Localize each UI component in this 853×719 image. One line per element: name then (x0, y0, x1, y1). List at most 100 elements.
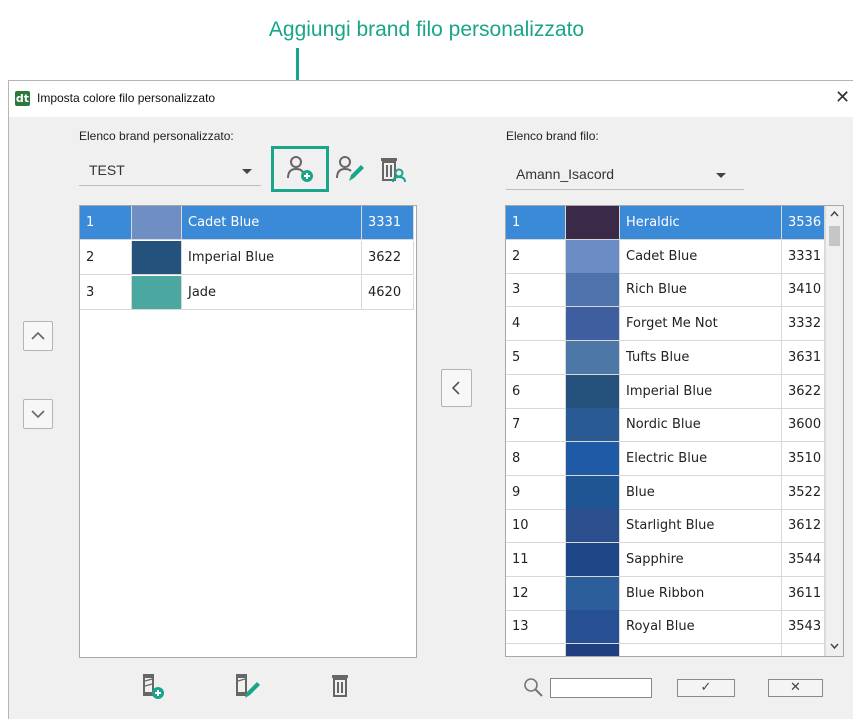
table-row[interactable]: 11 Sapphire 3544 (506, 543, 825, 577)
color-swatch (566, 610, 620, 644)
thread-name (620, 644, 782, 656)
thread-code: 3410 (782, 273, 825, 307)
window-title: Imposta colore filo personalizzato (37, 91, 216, 105)
thread-name: Sapphire (620, 543, 782, 576)
add-thread-button[interactable] (137, 671, 167, 701)
thread-name: Nordic Blue (620, 408, 782, 442)
thread-name: Cadet Blue (620, 239, 782, 273)
delete-brand-button[interactable] (377, 154, 407, 184)
scroll-down-icon[interactable] (828, 640, 841, 652)
thread-name: Blue Ribbon (620, 576, 782, 610)
thread-name: Heraldic (620, 206, 782, 239)
color-swatch (566, 273, 620, 307)
thread-brand-select-value: Amann_Isacord (516, 166, 615, 182)
add-brand-button[interactable] (285, 154, 315, 184)
color-swatch (566, 475, 620, 509)
custom-brand-select-value: TEST (89, 162, 125, 178)
spool-add-icon (143, 674, 164, 699)
row-number: 13 (506, 610, 566, 644)
transfer-left-button[interactable] (441, 369, 472, 407)
table-row[interactable]: 13 Royal Blue 3543 (506, 610, 825, 645)
custom-thread-table: 1 Cadet Blue 3331 2 Imperial Blue 3622 3 Jade 46… (79, 205, 417, 658)
table-row[interactable]: 1 Heraldic 3536 (506, 206, 825, 240)
table-row[interactable]: 7 Nordic Blue 3600 (506, 408, 825, 443)
thread-code: 3622 (782, 374, 825, 408)
thread-code: 3600 (782, 408, 825, 442)
thread-name: Starlight Blue (620, 509, 782, 543)
color-swatch (566, 509, 620, 543)
table-row[interactable]: 5 Tufts Blue 3631 (506, 340, 825, 375)
chevron-down-icon (31, 410, 45, 419)
thread-code: 3611 (782, 576, 825, 610)
table-row[interactable] (506, 644, 825, 656)
row-number: 9 (506, 475, 566, 509)
row-number: 6 (506, 374, 566, 408)
move-up-button[interactable] (23, 321, 53, 351)
color-swatch (566, 206, 620, 239)
row-number: 4 (506, 307, 566, 341)
thread-code: 3543 (782, 610, 825, 644)
thread-name: Tufts Blue (620, 340, 782, 374)
thread-code: 3544 (782, 543, 825, 576)
search-input[interactable] (550, 678, 652, 698)
table-row[interactable]: 8 Electric Blue 3510 (506, 441, 825, 476)
thread-code: 3631 (782, 340, 825, 374)
vertical-scrollbar[interactable] (825, 206, 843, 656)
delete-thread-button[interactable] (325, 671, 355, 701)
trash-user-icon (381, 158, 406, 183)
table-row[interactable]: 12 Blue Ribbon 3611 (506, 576, 825, 611)
row-number: 1 (506, 206, 566, 239)
thread-name: Royal Blue (620, 610, 782, 644)
table-row[interactable]: 4 Forget Me Not 3332 (506, 307, 825, 342)
thread-code: 3612 (782, 509, 825, 543)
edit-brand-button[interactable] (335, 154, 365, 184)
chevron-up-icon (31, 331, 45, 340)
scroll-up-icon[interactable] (828, 208, 841, 220)
table-row[interactable]: 3 Rich Blue 3410 (506, 273, 825, 308)
user-add-icon (287, 156, 313, 182)
table-row[interactable]: 2 Cadet Blue 3331 (506, 239, 825, 274)
cancel-button[interactable]: ✕ (768, 679, 823, 697)
user-edit-icon (336, 156, 364, 181)
scrollbar-thumb[interactable] (829, 226, 840, 246)
table-row[interactable]: 10 Starlight Blue 3612 (506, 509, 825, 544)
thread-code: 4620 (362, 276, 414, 309)
thread-code: 3510 (782, 441, 825, 475)
row-number: 3 (506, 273, 566, 307)
table-row[interactable]: 3 Jade 4620 (80, 276, 414, 310)
row-number: 3 (80, 276, 132, 309)
thread-code: 3536 (782, 206, 825, 239)
thread-code: 3332 (782, 307, 825, 341)
chevron-down-icon (242, 169, 252, 174)
thread-name: Jade (182, 276, 362, 309)
custom-brand-list-label: Elenco brand personalizzato: (79, 129, 234, 143)
move-down-button[interactable] (23, 399, 53, 429)
spool-edit-icon (236, 674, 260, 698)
thread-brand-select[interactable]: Amann_Isacord (506, 161, 744, 190)
confirm-button[interactable]: ✓ (677, 679, 735, 697)
thread-code: 3522 (782, 475, 825, 509)
table-row[interactable]: 6 Imperial Blue 3622 (506, 374, 825, 409)
close-icon[interactable]: ✕ (835, 87, 850, 108)
thread-name: Forget Me Not (620, 307, 782, 341)
thread-code: 3331 (782, 239, 825, 273)
dialog-window: dt Imposta colore filo personalizzato ✕ … (8, 80, 853, 719)
close-icon: ✕ (790, 680, 801, 695)
app-icon: dt (15, 91, 30, 106)
row-number: 5 (506, 340, 566, 374)
color-swatch (132, 206, 182, 239)
color-swatch (566, 374, 620, 408)
row-number (506, 644, 566, 656)
color-swatch (566, 239, 620, 273)
row-number: 7 (506, 408, 566, 442)
color-swatch (566, 408, 620, 442)
table-row[interactable]: 1 Cadet Blue 3331 (80, 206, 414, 240)
color-swatch (566, 441, 620, 475)
table-row[interactable]: 2 Imperial Blue 3622 (80, 241, 414, 275)
edit-thread-button[interactable] (231, 671, 261, 701)
row-number: 10 (506, 509, 566, 543)
row-number: 2 (506, 239, 566, 273)
custom-brand-select[interactable]: TEST (79, 157, 261, 186)
table-row[interactable]: 9 Blue 3522 (506, 475, 825, 510)
callout-label: Aggiungi brand filo personalizzato (268, 18, 585, 41)
